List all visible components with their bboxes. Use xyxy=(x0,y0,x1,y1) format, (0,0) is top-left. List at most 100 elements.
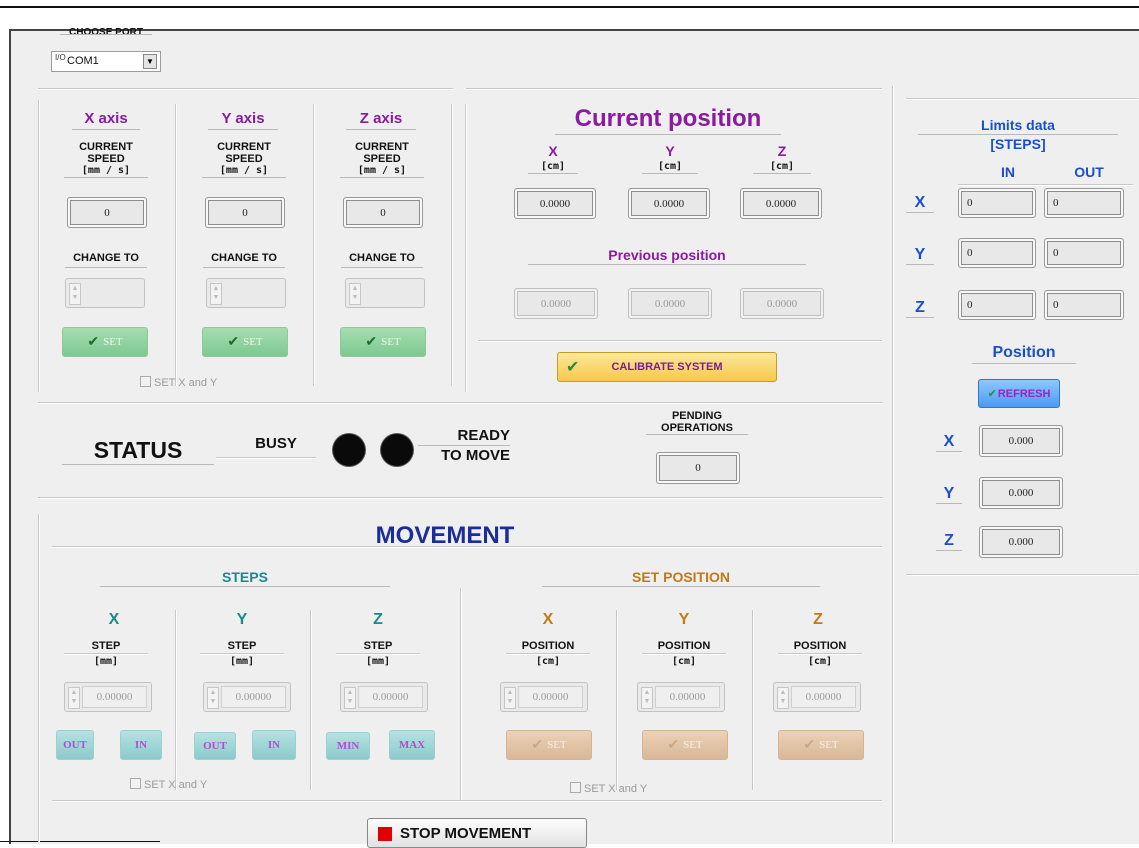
step-axis-label: Z xyxy=(373,611,383,628)
step-y-in-button[interactable]: IN xyxy=(252,730,296,760)
window-top-border xyxy=(0,6,1139,8)
position-unit: [cm] xyxy=(642,161,698,174)
set-position-y-input[interactable]: ▲ ▼ 0.00000 xyxy=(637,682,725,712)
stepper-icon[interactable]: ▲ ▼ xyxy=(504,687,516,709)
separator xyxy=(64,653,148,655)
set-position-z-input[interactable]: ▲ ▼ 0.00000 xyxy=(773,682,861,712)
stop-movement-button[interactable]: STOP MOVEMENT xyxy=(367,818,587,848)
refresh-label: REFRESH xyxy=(997,387,1051,400)
speed-label: CURRENT SPEED xyxy=(79,141,133,165)
io-icon: I/O xyxy=(55,53,66,62)
position-label: POSITION xyxy=(521,640,575,652)
checkbox-icon[interactable] xyxy=(130,778,141,789)
pending-operations-label: PENDING OPERATIONS xyxy=(646,410,748,435)
step-z-input[interactable]: ▲ ▼ 0.00000 xyxy=(340,682,428,712)
separator xyxy=(336,653,420,655)
step-z-value[interactable]: 0.00000 xyxy=(358,686,423,708)
step-y-input[interactable]: ▲ ▼ 0.00000 xyxy=(203,682,291,712)
change-to-input[interactable]: ▲ ▼ xyxy=(345,278,425,308)
position-axis-label: Y xyxy=(678,611,690,628)
set-position-y-button[interactable]: ✔ SET xyxy=(642,730,728,760)
stop-label: STOP MOVEMENT xyxy=(400,825,532,842)
separator xyxy=(216,457,316,459)
axis-title: Y axis xyxy=(208,109,278,130)
speed-unit: [mm / s] xyxy=(64,165,148,178)
set-label: SET xyxy=(547,739,567,751)
limits-title-line1: Limits data xyxy=(918,116,1118,135)
calibrate-system-button[interactable]: ✔ CALIBRATE SYSTEM xyxy=(557,352,777,382)
step-x-out-button[interactable]: OUT xyxy=(56,730,94,760)
set-position-y-value[interactable]: 0.00000 xyxy=(655,686,720,708)
position-x-indicator: 0.000 xyxy=(979,425,1063,457)
previous-position-y: 0.0000 xyxy=(628,288,712,319)
step-x-input[interactable]: ▲ ▼ 0.00000 xyxy=(64,682,152,712)
check-icon: ✔ xyxy=(365,334,378,350)
chevron-down-icon[interactable]: ▼ xyxy=(143,54,157,69)
set-xy-position-checkbox[interactable]: SET X and Y xyxy=(570,782,647,795)
separator xyxy=(313,104,315,386)
set-speed-button[interactable]: ✔ SET xyxy=(340,327,426,357)
stepper-icon[interactable]: ▲ ▼ xyxy=(210,283,222,305)
set-label: SET xyxy=(103,336,123,348)
separator xyxy=(175,104,177,386)
calibrate-label: CALIBRATE SYSTEM xyxy=(611,361,723,373)
refresh-button[interactable]: ✔ REFRESH xyxy=(978,379,1060,408)
step-x-in-button[interactable]: IN xyxy=(120,730,162,760)
stepper-icon[interactable]: ▲ ▼ xyxy=(207,687,219,709)
pending-operations-indicator: 0 xyxy=(656,452,740,484)
ready-line2: TO MOVE xyxy=(441,447,510,464)
checkbox-label: SET X and Y xyxy=(154,377,218,389)
step-z-max-button[interactable]: MAX xyxy=(389,730,435,760)
set-speed-button[interactable]: ✔ SET xyxy=(62,327,148,357)
separator xyxy=(506,653,590,655)
step-label: STEP xyxy=(227,640,257,652)
separator xyxy=(465,104,467,392)
change-to-label: CHANGE TO xyxy=(203,252,285,268)
stepper-icon[interactable]: ▲ ▼ xyxy=(68,687,80,709)
step-y-out-button[interactable]: OUT xyxy=(194,732,236,760)
checkbox-icon[interactable] xyxy=(570,782,581,793)
position-unit: [cm] xyxy=(671,656,697,667)
checkbox-icon[interactable] xyxy=(140,376,151,387)
check-icon: ✔ xyxy=(987,388,997,400)
separator xyxy=(310,610,312,790)
step-label: STEP xyxy=(363,640,393,652)
set-xy-speed-checkbox[interactable]: SET X and Y xyxy=(140,376,217,389)
stepper-icon[interactable]: ▲ ▼ xyxy=(69,283,81,305)
stepper-icon[interactable]: ▲ ▼ xyxy=(349,283,361,305)
change-to-input[interactable]: ▲ ▼ xyxy=(206,278,286,308)
current-position-z: 0.0000 xyxy=(740,188,822,219)
stepper-icon[interactable]: ▲ ▼ xyxy=(344,687,356,709)
step-y-value[interactable]: 0.00000 xyxy=(221,686,286,708)
position-axis-label: X xyxy=(542,611,554,628)
separator xyxy=(38,497,883,499)
separator xyxy=(752,610,754,790)
position-axis-label: Z xyxy=(777,143,787,159)
port-select[interactable]: I/O COM1 ▼ xyxy=(51,51,161,72)
previous-position-title: Previous position xyxy=(528,246,806,265)
set-xy-steps-checkbox[interactable]: SET X and Y xyxy=(130,778,207,791)
set-position-x-value[interactable]: 0.00000 xyxy=(518,686,583,708)
stepper-icon[interactable]: ▲ ▼ xyxy=(777,687,789,709)
limit-axis-label: Z xyxy=(906,299,934,318)
step-z-min-button[interactable]: MIN xyxy=(326,732,370,760)
change-to-label: CHANGE TO xyxy=(65,252,147,268)
change-to-input[interactable]: ▲ ▼ xyxy=(65,278,145,308)
position-unit: [cm] xyxy=(807,656,833,667)
checkbox-label: SET X and Y xyxy=(144,779,208,791)
set-position-x-input[interactable]: ▲ ▼ 0.00000 xyxy=(500,682,588,712)
set-speed-button[interactable]: ✔ SET xyxy=(202,327,288,357)
stop-icon xyxy=(378,827,392,841)
limits-out-label: OUT xyxy=(1074,164,1104,180)
stepper-icon[interactable]: ▲ ▼ xyxy=(641,687,653,709)
set-label: SET xyxy=(819,739,839,751)
step-x-value[interactable]: 0.00000 xyxy=(82,686,147,708)
speed-indicator: 0 xyxy=(343,197,423,228)
set-position-z-value[interactable]: 0.00000 xyxy=(791,686,856,708)
previous-position-z: 0.0000 xyxy=(740,288,824,319)
set-position-x-button[interactable]: ✔ SET xyxy=(506,730,592,760)
limit-y-out: 0 xyxy=(1044,238,1124,268)
limits-in-label: IN xyxy=(1001,164,1015,180)
set-label: SET xyxy=(683,739,703,751)
set-position-z-button[interactable]: ✔ SET xyxy=(778,730,864,760)
